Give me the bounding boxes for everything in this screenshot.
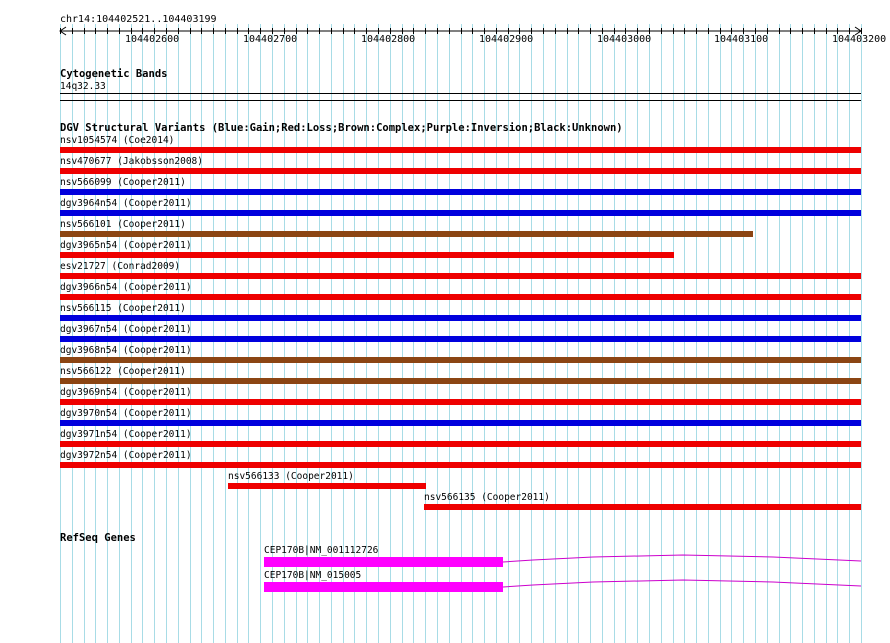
variant-label[interactable]: nsv566133 (Cooper2011) <box>228 471 354 483</box>
variant-label[interactable]: nsv566135 (Cooper2011) <box>424 492 550 504</box>
variant-bar[interactable] <box>60 420 861 426</box>
gene-exon[interactable] <box>264 582 503 592</box>
variant-label[interactable]: dgv3970n54 (Cooper2011) <box>60 408 192 420</box>
variant-bar[interactable] <box>60 189 861 195</box>
variant-label[interactable]: dgv3972n54 (Cooper2011) <box>60 450 192 462</box>
variant-label[interactable]: nsv566099 (Cooper2011) <box>60 177 186 189</box>
ruler-tick-label: 104403100 <box>714 34 769 45</box>
variant-bar[interactable] <box>60 210 861 216</box>
variant-label[interactable]: dgv3965n54 (Cooper2011) <box>60 240 192 252</box>
gene-label[interactable]: CEP170B|NM_001112726 <box>264 545 378 557</box>
ruler-tick-label: 104403200 <box>832 34 887 45</box>
background-gridlines <box>60 24 862 643</box>
variant-label[interactable]: dgv3967n54 (Cooper2011) <box>60 324 192 336</box>
variant-bar[interactable] <box>60 336 861 342</box>
gene-intron-line <box>503 579 862 588</box>
ruler-tick-label: 104402900 <box>479 34 534 45</box>
variant-label[interactable]: dgv3971n54 (Cooper2011) <box>60 429 192 441</box>
variant-label[interactable]: nsv1054574 (Coe2014) <box>60 135 174 147</box>
variant-label[interactable]: dgv3968n54 (Cooper2011) <box>60 345 192 357</box>
ruler-tick-label: 104402700 <box>243 34 298 45</box>
variant-label[interactable]: dgv3966n54 (Cooper2011) <box>60 282 192 294</box>
ruler-tick-label: 104403000 <box>597 34 652 45</box>
variant-bar[interactable] <box>60 441 861 447</box>
variant-bar[interactable] <box>60 357 861 363</box>
gene-exon[interactable] <box>264 557 503 567</box>
variant-bar[interactable] <box>60 378 861 384</box>
variant-bar[interactable] <box>60 273 861 279</box>
variant-bar[interactable] <box>60 462 861 468</box>
variant-bar[interactable] <box>60 294 861 300</box>
variant-bar[interactable] <box>60 252 674 258</box>
cytoband-label: 14q32.33 <box>60 81 106 92</box>
cytoband-track-title: Cytogenetic Bands <box>60 68 168 80</box>
variant-bar[interactable] <box>60 168 861 174</box>
ruler-tick-label: 104402600 <box>125 34 180 45</box>
cytoband-line-bottom <box>60 100 861 101</box>
variant-bar[interactable] <box>60 147 861 153</box>
variant-label[interactable]: nsv566101 (Cooper2011) <box>60 219 186 231</box>
dgv-track-title: DGV Structural Variants (Blue:Gain;Red:L… <box>60 122 623 134</box>
variant-label[interactable]: esv21727 (Conrad2009) <box>60 261 180 273</box>
variant-label[interactable]: dgv3964n54 (Cooper2011) <box>60 198 192 210</box>
ruler-location: chr14:104402521..104403199 <box>60 14 217 25</box>
variant-bar[interactable] <box>60 231 753 237</box>
variant-bar[interactable] <box>60 399 861 405</box>
genome-browser-panel: chr14:104402521..104403199 104402600 104… <box>0 0 890 643</box>
gene-label[interactable]: CEP170B|NM_015005 <box>264 570 361 582</box>
variant-label[interactable]: nsv566122 (Cooper2011) <box>60 366 186 378</box>
gene-intron-line <box>503 554 862 563</box>
variant-bar[interactable] <box>424 504 861 510</box>
refseq-track-title: RefSeq Genes <box>60 532 136 544</box>
cytoband-line-top <box>60 93 861 94</box>
variant-bar[interactable] <box>60 315 861 321</box>
variant-label[interactable]: nsv470677 (Jakobsson2008) <box>60 156 203 168</box>
variant-bar[interactable] <box>228 483 426 489</box>
variant-label[interactable]: dgv3969n54 (Cooper2011) <box>60 387 192 399</box>
ruler-tick-label: 104402800 <box>361 34 416 45</box>
variant-label[interactable]: nsv566115 (Cooper2011) <box>60 303 186 315</box>
